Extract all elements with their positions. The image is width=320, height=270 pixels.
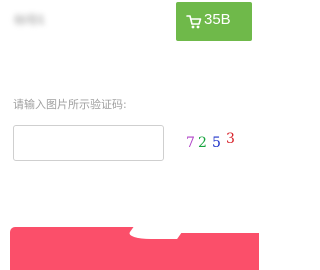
captcha-digit: 2 — [198, 135, 207, 151]
captcha-digit: 7 — [186, 135, 195, 151]
price-label: 35B — [204, 11, 231, 28]
username-blurred: 帐号1 — [14, 13, 46, 27]
cart-icon — [186, 14, 202, 30]
captcha-screen: 帐号1 35B 请输入图片所示验证码: 7 2 5 3 — [0, 0, 270, 270]
captcha-digit: 5 — [212, 135, 221, 151]
captcha-input[interactable] — [13, 125, 164, 161]
submit-button[interactable] — [10, 225, 270, 270]
price-tag[interactable]: 35B — [176, 2, 252, 41]
captcha-prompt: 请输入图片所示验证码: — [13, 98, 127, 111]
top-bar: 帐号1 35B — [0, 0, 254, 42]
captcha-digit: 3 — [226, 131, 235, 147]
captcha-image[interactable]: 7 2 5 3 — [183, 130, 243, 151]
